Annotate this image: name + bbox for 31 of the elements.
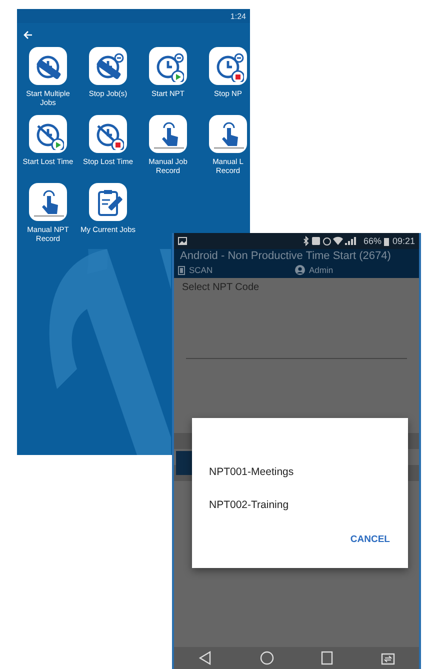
- dialog-option[interactable]: NPT002-Training: [192, 499, 408, 532]
- list-row-edge: [408, 433, 419, 449]
- switch-window-icon[interactable]: [381, 651, 396, 665]
- tile-button[interactable]: [149, 47, 187, 85]
- back-arrow-icon[interactable]: [23, 30, 33, 40]
- tile-button[interactable]: [149, 115, 187, 153]
- list-row-edge: [174, 433, 192, 449]
- battery-percent: 66%: [363, 236, 382, 246]
- list-row-edge: [408, 465, 419, 481]
- scan-label[interactable]: SCAN: [189, 265, 295, 275]
- tile-button[interactable]: [29, 183, 67, 221]
- recents-icon[interactable]: [321, 651, 334, 665]
- tile-button[interactable]: [209, 115, 247, 153]
- tile-button[interactable]: [29, 47, 67, 85]
- tile-button[interactable]: [89, 115, 127, 153]
- cancel-button[interactable]: CANCEL: [346, 532, 394, 547]
- screen-title: Android - Non Productive Time Start (2674): [174, 249, 419, 264]
- home-icon[interactable]: [260, 651, 274, 665]
- tile-button[interactable]: [89, 183, 127, 221]
- scanner-icon: [178, 266, 185, 274]
- dialog-option[interactable]: NPT001-Meetings: [192, 466, 408, 499]
- tile-button[interactable]: [209, 47, 247, 85]
- tile-button[interactable]: [89, 47, 127, 85]
- image-icon: [178, 237, 187, 245]
- field-label: Select NPT Code: [182, 282, 260, 293]
- tile-button[interactable]: [29, 115, 67, 153]
- back-icon[interactable]: [198, 651, 212, 665]
- battery-icon: [384, 236, 390, 246]
- status-time: 1:24: [230, 12, 246, 20]
- user-name: Admin: [309, 265, 334, 275]
- status-time: 09:21: [392, 236, 415, 246]
